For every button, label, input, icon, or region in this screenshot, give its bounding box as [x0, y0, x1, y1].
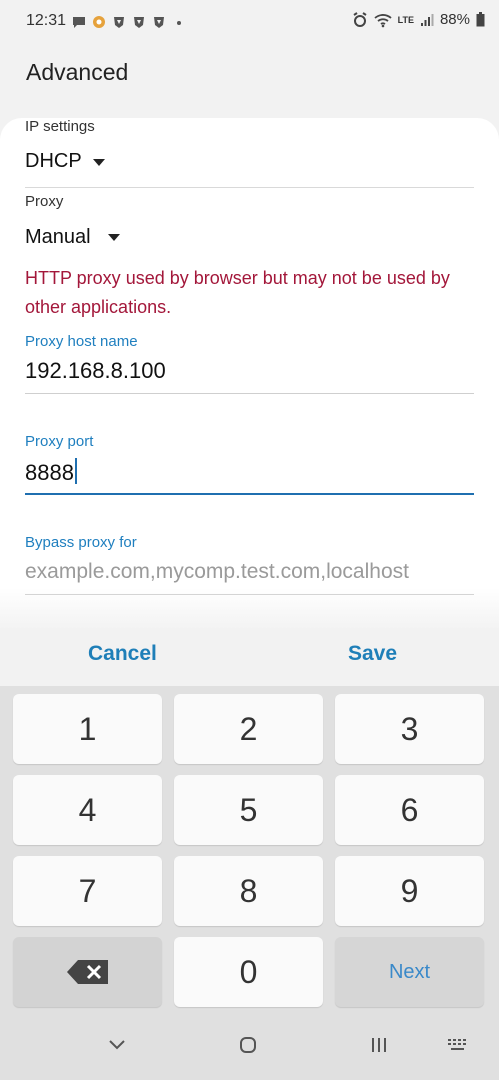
key-2[interactable]: 2 — [174, 694, 323, 764]
key-9[interactable]: 9 — [335, 856, 484, 926]
key-1[interactable]: 1 — [13, 694, 162, 764]
cancel-button[interactable]: Cancel — [88, 642, 157, 666]
status-indicators: LTE 88% — [352, 11, 485, 28]
chevron-down-icon — [109, 1040, 125, 1050]
wifi-icon — [374, 13, 392, 27]
more-notifications-dot-icon — [177, 21, 181, 25]
advanced-settings-card: IP settings DHCP Proxy Manual HTTP proxy… — [0, 118, 499, 628]
save-button[interactable]: Save — [348, 642, 397, 666]
backspace-key[interactable] — [13, 937, 162, 1007]
proxy-host-field[interactable]: 192.168.8.100 — [0, 354, 499, 394]
backspace-icon — [66, 960, 108, 984]
page-header: Advanced — [0, 44, 499, 118]
recent-apps-button[interactable] — [364, 1032, 394, 1058]
proxy-port-value: 8888 — [25, 460, 74, 485]
proxy-host-underline — [25, 393, 474, 394]
proxy-port-value-wrap: 8888 — [25, 458, 77, 486]
scroll-fade — [0, 588, 499, 628]
proxy-port-underline — [25, 493, 474, 495]
proxy-host-label: Proxy host name — [25, 333, 138, 350]
proxy-dropdown[interactable]: Manual — [0, 218, 200, 258]
proxy-host-value: 192.168.8.100 — [25, 358, 166, 383]
ip-settings-label: IP settings — [25, 118, 95, 135]
status-bar: 12:31 LTE 88% — [0, 0, 499, 44]
page-title: Advanced — [26, 59, 129, 85]
chevron-down-icon — [108, 234, 120, 241]
divider — [25, 187, 474, 188]
proxy-port-field[interactable]: 8888 — [0, 453, 499, 493]
ip-settings-value: DHCP — [25, 150, 82, 172]
key-0[interactable]: 0 — [174, 937, 323, 1007]
bypass-proxy-label: Bypass proxy for — [25, 534, 137, 551]
key-8[interactable]: 8 — [174, 856, 323, 926]
alarm-icon — [353, 11, 367, 27]
key-6[interactable]: 6 — [335, 775, 484, 845]
message-icon — [73, 17, 85, 28]
network-type: LTE — [397, 14, 414, 25]
app-notification-icon — [93, 16, 105, 28]
keyboard-switch-button[interactable] — [443, 1032, 473, 1058]
recent-apps-icon — [372, 1038, 386, 1052]
system-navigation-bar — [0, 1010, 499, 1080]
proxy-label: Proxy — [25, 193, 64, 210]
battery-percent: 88% — [439, 11, 470, 28]
proxy-port-label: Proxy port — [25, 433, 94, 450]
next-key[interactable]: Next — [335, 937, 484, 1007]
key-4[interactable]: 4 — [13, 775, 162, 845]
home-icon — [240, 1037, 256, 1053]
keyboard-icon — [448, 1039, 466, 1050]
home-button[interactable] — [233, 1032, 263, 1058]
proxy-warning-text: HTTP proxy used by browser but may not b… — [25, 268, 450, 317]
status-time: 12:31 — [26, 12, 67, 29]
key-5[interactable]: 5 — [174, 775, 323, 845]
bypass-proxy-input[interactable] — [25, 560, 474, 584]
proxy-value: Manual — [25, 226, 91, 248]
ip-settings-dropdown[interactable]: DHCP — [0, 142, 200, 182]
notification-icons — [72, 12, 186, 32]
action-bar: Cancel Save — [0, 628, 499, 686]
text-cursor — [74, 458, 77, 484]
chevron-down-icon — [93, 159, 105, 166]
numeric-keyboard: 1 2 3 4 5 6 7 8 9 0 Next — [0, 686, 499, 1010]
brave-icon — [134, 17, 144, 28]
hide-keyboard-button[interactable] — [102, 1032, 132, 1058]
brave-icon — [114, 17, 124, 28]
key-7[interactable]: 7 — [13, 856, 162, 926]
brave-icon — [154, 17, 164, 28]
key-3[interactable]: 3 — [335, 694, 484, 764]
signal-icon — [420, 13, 434, 26]
battery-icon — [476, 12, 485, 27]
